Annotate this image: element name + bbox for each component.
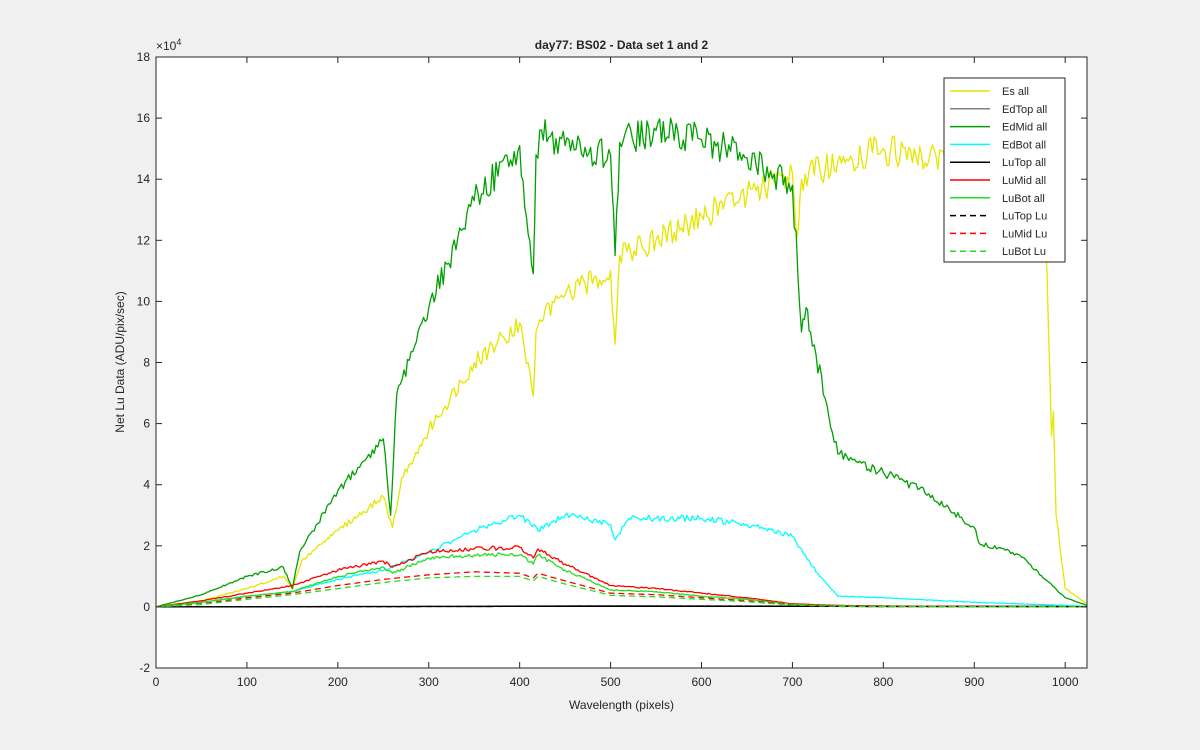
y-exponent-power: 4 [176, 37, 181, 47]
legend-label-3: EdBot all [1002, 139, 1046, 151]
x-tick-label: 300 [419, 675, 439, 689]
x-tick-label: 700 [782, 675, 802, 689]
y-exponent-base: ×10 [156, 39, 177, 53]
y-tick-label: 4 [143, 478, 150, 492]
legend-label-5: LuMid all [1002, 175, 1046, 187]
y-tick-label: 12 [137, 233, 151, 247]
y-tick-label: 0 [143, 600, 150, 614]
x-axis-label: Wavelength (pixels) [569, 698, 674, 712]
legend-label-7: LuTop Lu [1002, 211, 1047, 223]
y-tick-label: 2 [143, 539, 150, 553]
chart-title: day77: BS02 - Data set 1 and 2 [535, 38, 709, 52]
legend-label-1: EdTop all [1002, 104, 1047, 116]
legend-label-6: LuBot all [1002, 193, 1045, 205]
y-axis-label: Net Lu Data (ADU/pix/sec) [113, 291, 127, 432]
legend: Es all EdTop all EdMid all EdBot all LuTop a… [943, 77, 1066, 263]
x-tick-label: 900 [964, 675, 984, 689]
y-tick-label: 6 [143, 417, 150, 431]
y-tick-label: 16 [137, 111, 151, 125]
y-tick-label: -2 [139, 661, 150, 675]
legend-label-2: EdMid all [1002, 122, 1047, 134]
legend-label-0: Es all [1002, 86, 1029, 98]
x-tick-label: 400 [510, 675, 530, 689]
legend-label-4: LuTop all [1002, 157, 1046, 169]
legend-label-8: LuMid Lu [1002, 228, 1047, 240]
legend-label-9: LuBot Lu [1002, 246, 1046, 258]
line-chart: 0 100 200 300 400 500 600 700 800 900 1000-2024681… [0, 0, 1200, 750]
x-tick-label: 800 [873, 675, 893, 689]
x-tick-label: 100 [237, 675, 257, 689]
y-tick-label: 10 [137, 294, 151, 308]
y-tick-label: 8 [143, 356, 150, 370]
x-tick-label: 200 [328, 675, 348, 689]
x-tick-label: 1000 [1052, 675, 1079, 689]
x-tick-label: 0 [153, 675, 160, 689]
y-tick-label: 18 [137, 50, 151, 64]
x-tick-label: 500 [601, 675, 621, 689]
y-tick-label: 14 [137, 172, 151, 186]
x-tick-label: 600 [691, 675, 711, 689]
